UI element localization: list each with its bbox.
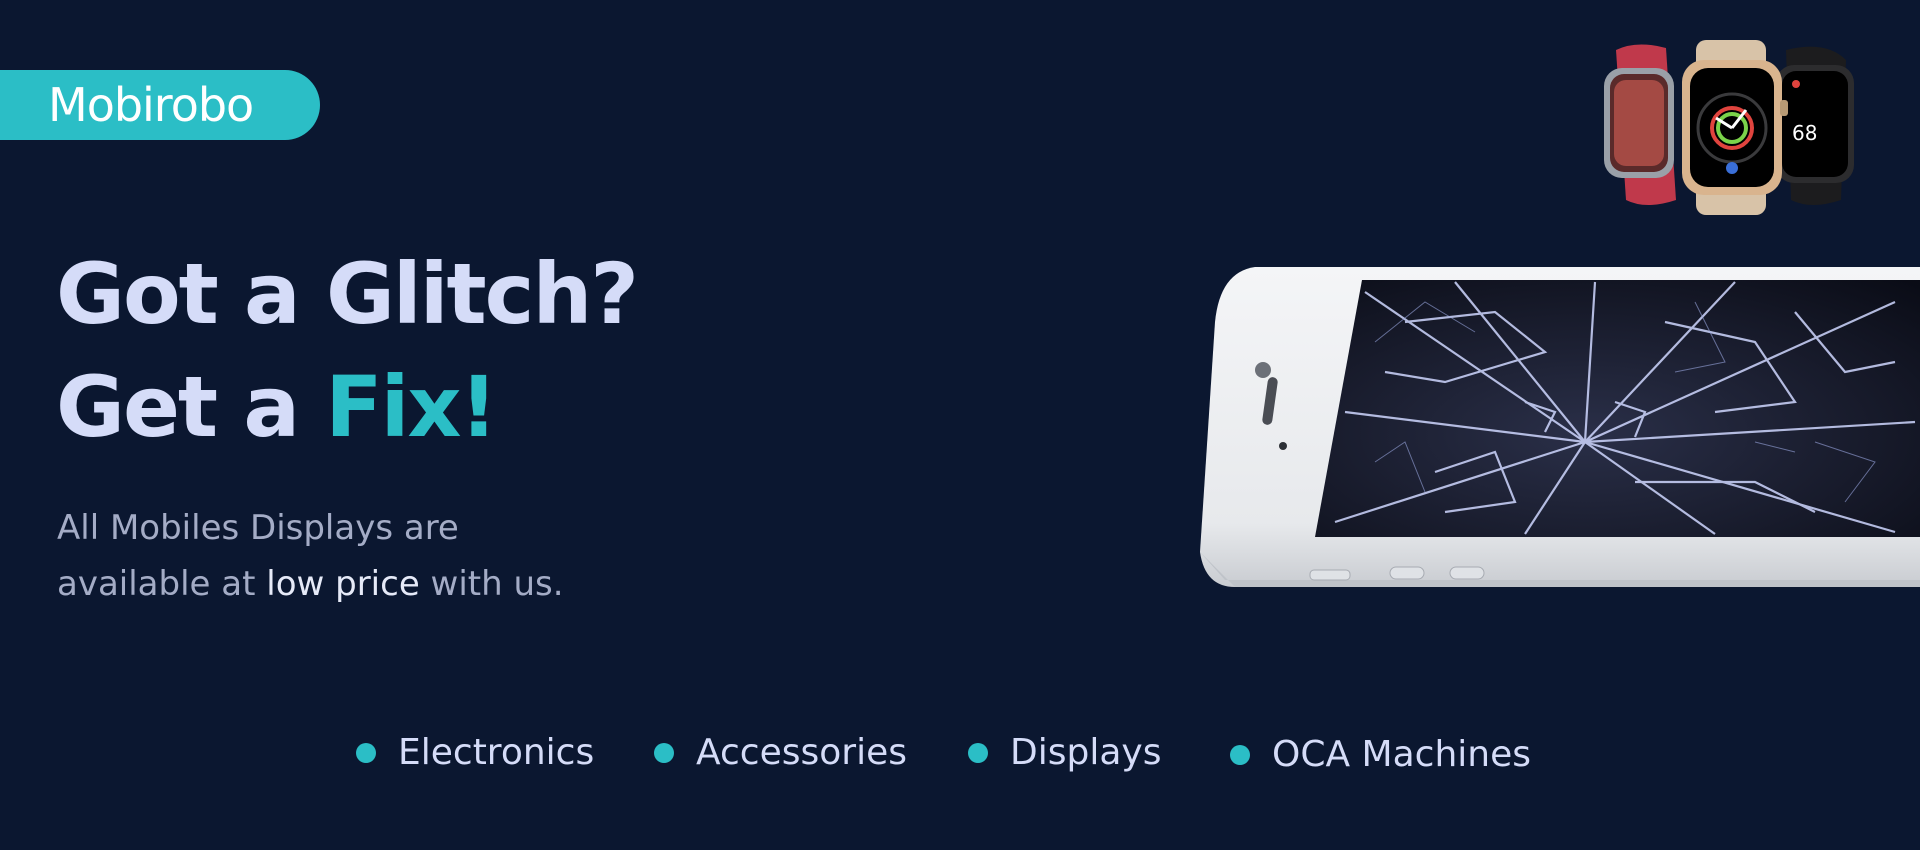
hero-line-2-accent: Fix! bbox=[325, 358, 498, 456]
category-item-electronics[interactable]: Electronics bbox=[356, 732, 594, 773]
category-list: Electronics Accessories Displays OCA Mac… bbox=[0, 732, 1920, 792]
phone-image bbox=[1195, 262, 1920, 592]
phone-illustration bbox=[1200, 267, 1920, 587]
logo-text: Mobirobo bbox=[48, 78, 254, 132]
hero-subtext: All Mobiles Displays are available at lo… bbox=[57, 500, 697, 612]
hero-line-2: Get a Fix! bbox=[56, 351, 637, 464]
hero-headline: Got a Glitch? Get a Fix! bbox=[56, 238, 639, 464]
svg-text:68: 68 bbox=[1792, 121, 1817, 145]
bullet-dot-icon bbox=[356, 742, 376, 763]
subtext-line-2-suffix: with us. bbox=[419, 564, 564, 604]
watch-image: 68 bbox=[1596, 40, 1872, 215]
bullet-dot-icon bbox=[654, 742, 674, 763]
category-item-displays[interactable]: Displays bbox=[968, 732, 1161, 773]
subtext-line-1: All Mobiles Displays are bbox=[57, 508, 459, 548]
bullet-dot-icon bbox=[1230, 744, 1250, 765]
category-item-oca-machines[interactable]: OCA Machines bbox=[1230, 734, 1531, 775]
category-label: Accessories bbox=[696, 732, 907, 773]
category-label: OCA Machines bbox=[1272, 734, 1531, 775]
hero-line-1: Got a Glitch? bbox=[56, 245, 639, 343]
subtext-line-2-prefix: available at bbox=[57, 564, 267, 604]
category-item-accessories[interactable]: Accessories bbox=[654, 732, 907, 773]
watch-illustration: 68 bbox=[1604, 40, 1854, 215]
category-label: Electronics bbox=[398, 732, 595, 773]
logo[interactable]: Mobirobo bbox=[0, 70, 320, 140]
category-label: Displays bbox=[1010, 732, 1162, 773]
hero-line-2-prefix: Get a bbox=[56, 358, 326, 456]
subtext-highlight: low price bbox=[266, 564, 420, 604]
bullet-dot-icon bbox=[968, 742, 988, 763]
